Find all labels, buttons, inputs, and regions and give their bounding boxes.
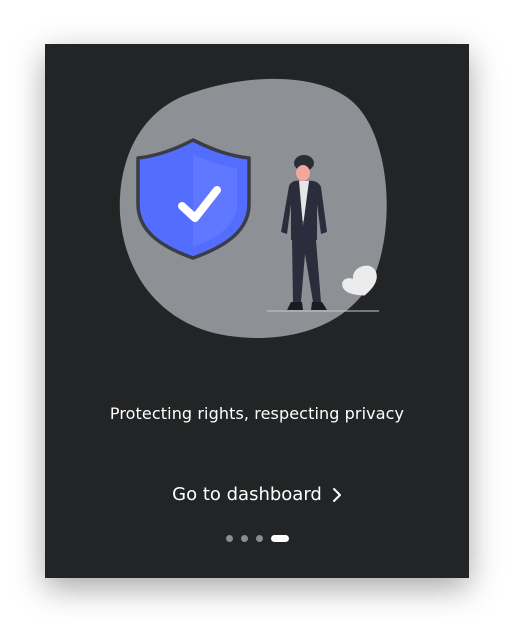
- page-indicator: [45, 535, 469, 542]
- onboarding-card: Protecting rights, respecting privacy Go…: [45, 44, 469, 578]
- page-dot-4-active[interactable]: [270, 535, 289, 542]
- page-dot-3[interactable]: [255, 535, 263, 542]
- page-dot-1[interactable]: [225, 535, 233, 542]
- privacy-illustration: [119, 78, 387, 339]
- onboarding-tagline: Protecting rights, respecting privacy: [109, 404, 405, 423]
- go-to-dashboard-label: Go to dashboard: [172, 484, 322, 505]
- go-to-dashboard-button[interactable]: Go to dashboard: [45, 484, 469, 505]
- chevron-right-icon: [332, 487, 341, 502]
- page-dot-2[interactable]: [240, 535, 248, 542]
